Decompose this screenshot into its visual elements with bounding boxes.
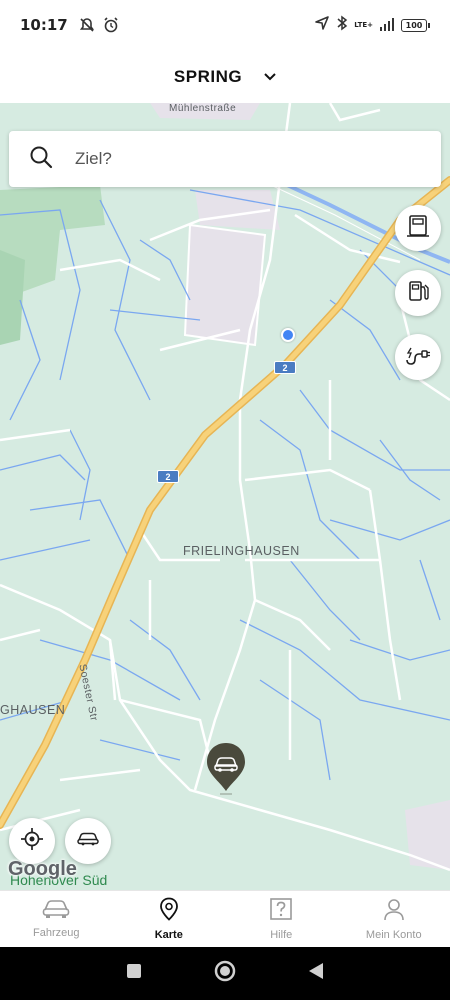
google-logo: Google — [8, 858, 77, 880]
chevron-down-icon[interactable] — [264, 72, 276, 81]
nav-label: Fahrzeug — [33, 927, 80, 939]
recents-button[interactable] — [126, 963, 142, 984]
alarm-icon — [102, 16, 120, 34]
map-label-street: Mühlenstraße — [169, 103, 237, 114]
nav-label: Hilfe — [270, 929, 293, 941]
destination-search[interactable]: Ziel? — [9, 131, 441, 187]
road-shield: 2 — [274, 361, 296, 374]
nav-item-hilfe[interactable]: Hilfe — [225, 891, 338, 947]
charging-cable-filter-button[interactable] — [395, 334, 441, 380]
road-shield: 2 — [157, 470, 179, 483]
map-pin-icon — [159, 897, 179, 926]
nav-item-fahrzeug[interactable]: Fahrzeug — [0, 891, 113, 947]
status-time: 10:17 — [20, 16, 68, 34]
map-label-town-left: GHAUSEN — [0, 703, 66, 717]
nav-item-mein-konto[interactable]: Mein Konto — [338, 891, 450, 947]
signal-icon — [379, 16, 395, 35]
search-icon — [29, 145, 53, 174]
help-icon — [269, 897, 293, 926]
home-button[interactable] — [214, 960, 236, 987]
app-screen: 10:17 LTE+ 100 SPRING 2 2 Mühlenstraße F… — [0, 0, 450, 1000]
fuel-pump-icon — [407, 279, 429, 308]
crosshair-icon — [20, 827, 44, 856]
car-icon — [77, 832, 99, 851]
nav-label: Mein Konto — [365, 929, 422, 941]
system-navigation — [0, 947, 450, 1000]
bottom-navigation: Fahrzeug Karte Hilfe Mein Konto — [0, 890, 450, 947]
charging-station-filter-button[interactable] — [395, 205, 441, 251]
person-icon — [382, 897, 406, 926]
vehicle-title: SPRING — [173, 66, 243, 86]
status-bar: 10:17 LTE+ 100 — [0, 0, 450, 50]
battery-level: 100 — [401, 18, 427, 32]
nav-item-karte[interactable]: Karte — [113, 891, 226, 947]
map-label-town: FRIELINGHAUSEN — [183, 544, 300, 558]
charging-cable-icon — [405, 344, 431, 371]
charging-station-icon — [407, 214, 429, 243]
vehicle-marker[interactable] — [207, 743, 245, 800]
status-right: LTE+ 100 — [314, 15, 430, 35]
nav-label: Karte — [154, 929, 183, 941]
fuel-station-filter-button[interactable] — [395, 270, 441, 316]
vehicle-selector[interactable]: SPRING — [0, 50, 450, 103]
car-icon — [42, 899, 70, 924]
bluetooth-icon — [336, 15, 348, 35]
mute-icon — [78, 16, 96, 34]
user-location-dot — [281, 328, 295, 342]
location-icon — [314, 15, 330, 35]
search-placeholder[interactable]: Ziel? — [75, 149, 112, 169]
back-button[interactable] — [308, 962, 324, 985]
battery-icon: 100 — [401, 18, 430, 32]
network-type: LTE+ — [354, 20, 373, 29]
